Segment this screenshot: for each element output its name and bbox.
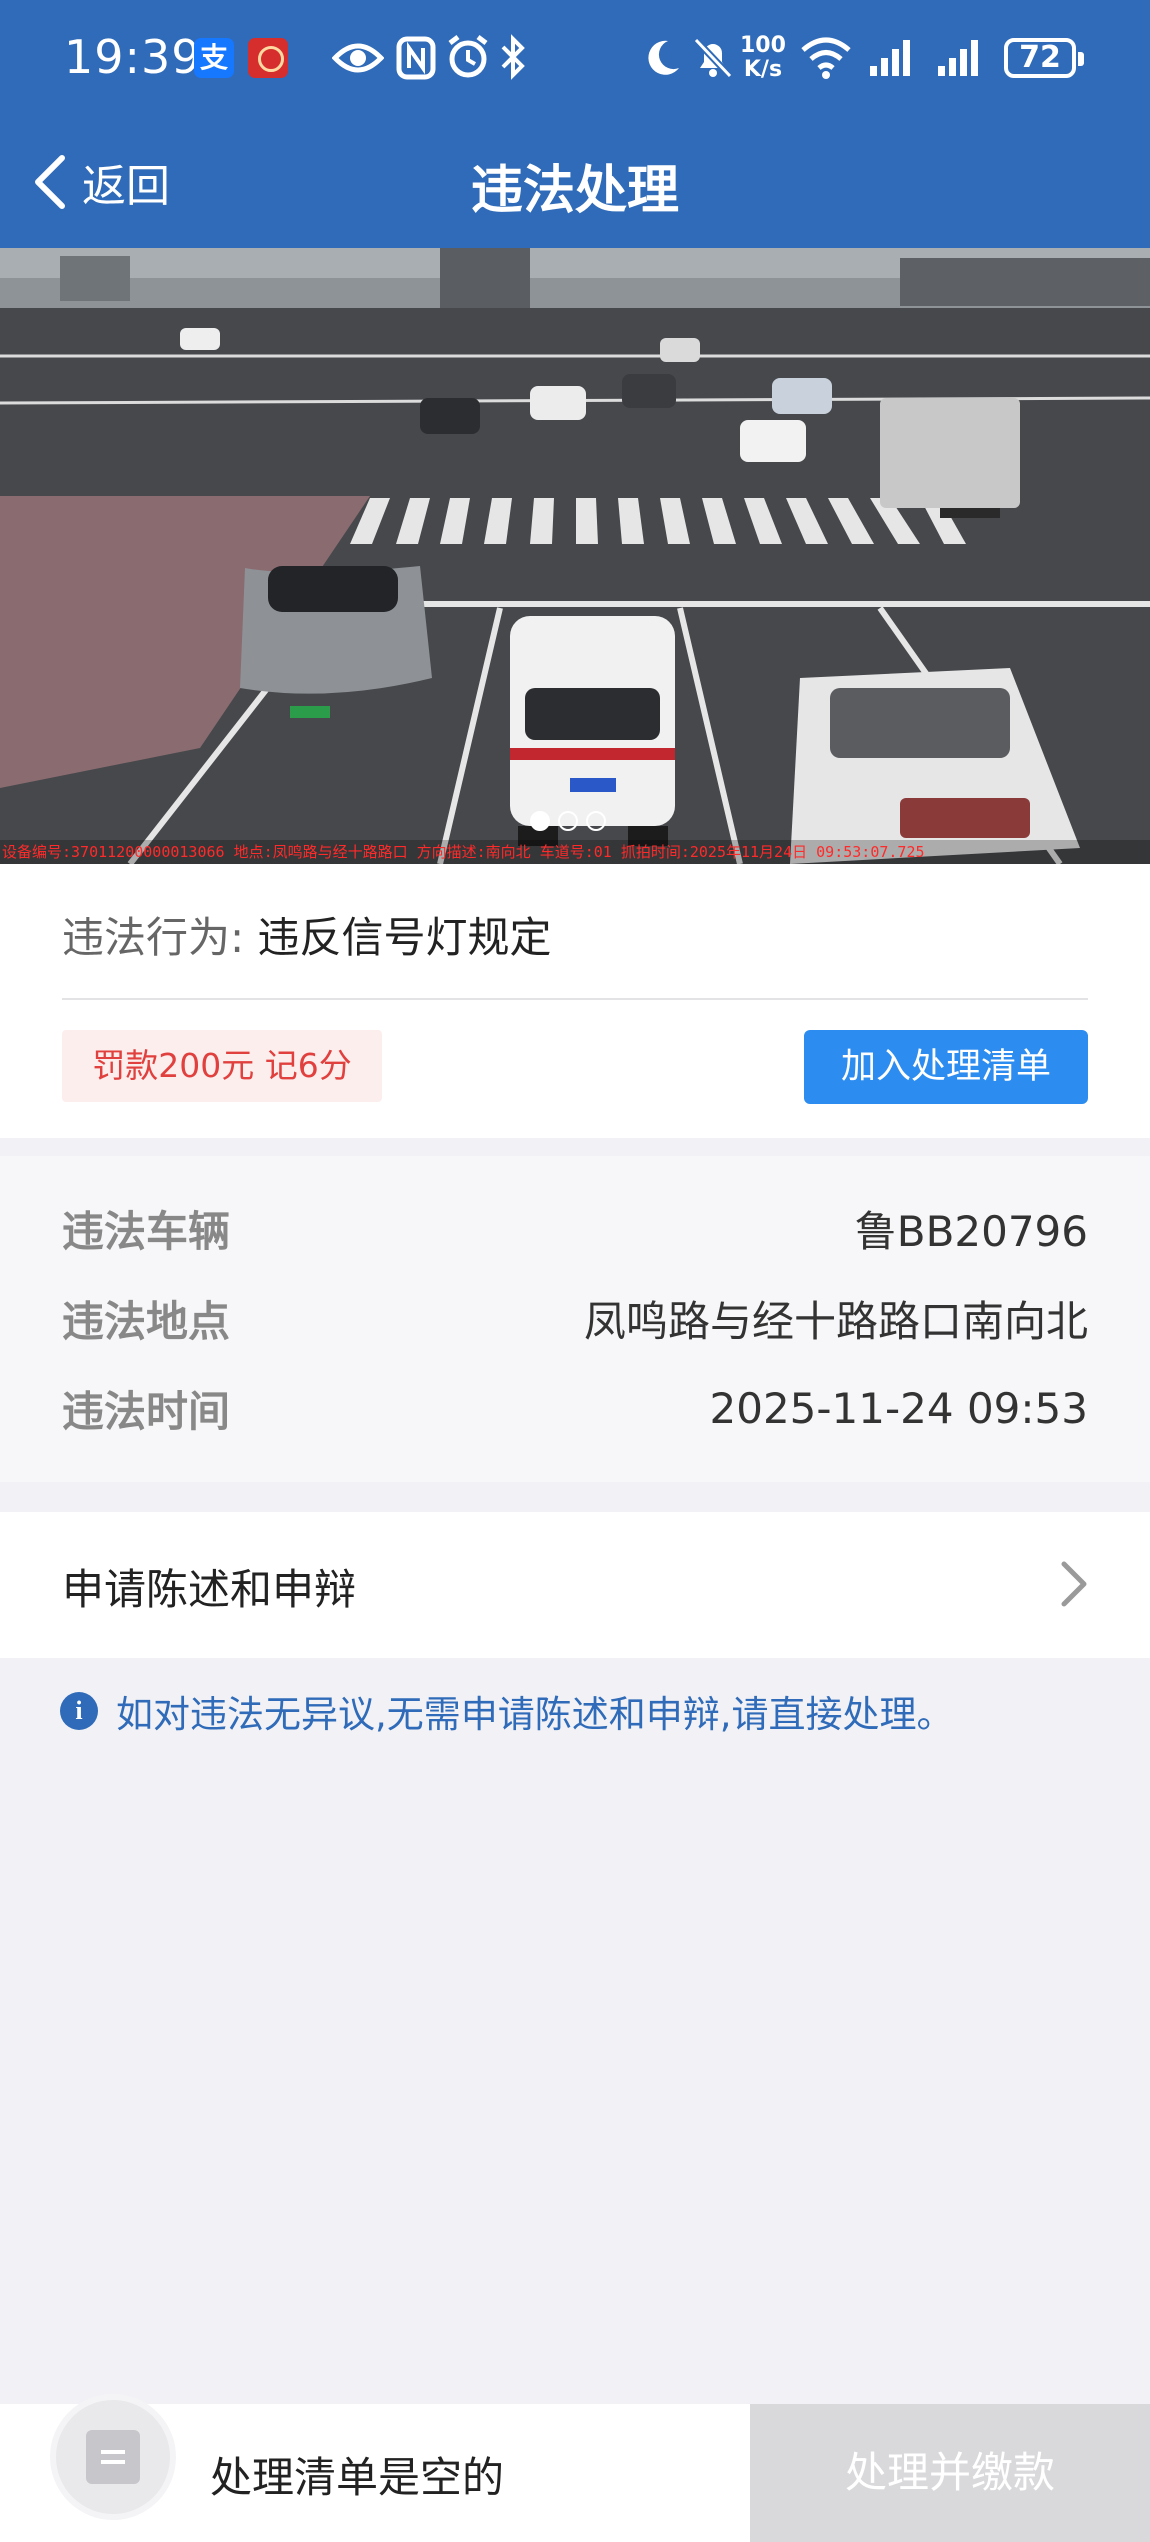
status-bar: 19:39 支 100 K/s 72 (0, 0, 1150, 118)
location-label: 违法地点 (62, 1296, 231, 1346)
pager-dot-3[interactable] (586, 811, 606, 831)
signal-icon (870, 40, 910, 76)
nfc-icon (396, 36, 436, 80)
behavior-label: 违法行为: (62, 913, 245, 962)
back-button[interactable]: 返回 (30, 150, 170, 214)
info-icon: i (60, 1692, 98, 1730)
notice-text: 如对违法无异议,无需申请陈述和申辩,请直接处理。 (116, 1693, 954, 1736)
process-and-pay-button[interactable]: 处理并缴款 (750, 2404, 1150, 2542)
appeal-label: 申请陈述和申辩 (62, 1565, 357, 1614)
time-label: 违法时间 (62, 1386, 231, 1436)
photo-pager[interactable] (530, 811, 606, 831)
signal-icon (938, 40, 978, 76)
page-title: 违法处理 (470, 161, 679, 221)
battery-icon: 72 (1004, 38, 1084, 78)
detail-row-location: 违法地点 凤鸣路与经十路路口南向北 (62, 1288, 1088, 1348)
net-speed-value: 100 (740, 33, 786, 58)
vehicle-label: 违法车辆 (62, 1206, 231, 1256)
appeal-row[interactable]: 申请陈述和申辩 (0, 1512, 1150, 1658)
bluetooth-icon (501, 34, 525, 80)
divider (62, 998, 1088, 1000)
location-value: 凤鸣路与经十路路口南向北 (583, 1296, 1088, 1346)
net-speed-unit: K/s (743, 57, 783, 82)
mute-bell-icon (693, 37, 733, 79)
alipay-icon: 支 (194, 38, 234, 78)
eye-icon (332, 43, 384, 73)
violation-behavior: 违法行为: 违反信号灯规定 (62, 904, 552, 965)
violation-card: 违法行为: 违反信号灯规定 罚款200元 记6分 加入处理清单 (0, 864, 1150, 1138)
photo-caption: 设备编号:37011200000013066 地点:凤鸣路与经十路路口 方向描述… (0, 840, 1150, 864)
wifi-icon (801, 37, 851, 79)
penalty-badge: 罚款200元 记6分 (62, 1030, 382, 1102)
detail-row-vehicle: 违法车辆 鲁BB20796 (62, 1198, 1088, 1258)
chevron-right-icon (1061, 1561, 1087, 1607)
top-bar: 19:39 支 100 K/s 72 返回 违法处理 (0, 0, 1150, 248)
list-icon (86, 2430, 140, 2484)
details-card: 违法车辆 鲁BB20796 违法地点 凤鸣路与经十路路口南向北 违法时间 202… (0, 1156, 1150, 1482)
traffic-scene-image (0, 248, 1150, 864)
vehicle-value: 鲁BB20796 (854, 1206, 1088, 1256)
pager-dot-1[interactable] (530, 811, 550, 831)
add-to-list-button[interactable]: 加入处理清单 (804, 1030, 1088, 1104)
net-speed: 100 K/s (740, 34, 786, 82)
time-value: 2025-11-24 09:53 (709, 1383, 1088, 1433)
bottom-bar: 处理清单是空的 处理并缴款 (0, 2394, 1150, 2542)
chevron-left-icon (35, 155, 65, 209)
notice: i 如对违法无异议,无需申请陈述和申辩,请直接处理。 (60, 1684, 954, 1738)
back-label: 返回 (82, 161, 170, 212)
status-time: 19:39 (64, 30, 202, 84)
detail-row-time: 违法时间 2025-11-24 09:53 (62, 1378, 1088, 1438)
behavior-value: 违反信号灯规定 (257, 913, 552, 962)
process-list-button[interactable] (50, 2394, 176, 2520)
app-red-icon (248, 38, 288, 78)
pager-dot-2[interactable] (558, 811, 578, 831)
alarm-icon (448, 35, 488, 78)
process-list-status: 处理清单是空的 (210, 2453, 505, 2502)
violation-photo[interactable]: 设备编号:37011200000013066 地点:凤鸣路与经十路路口 方向描述… (0, 248, 1150, 864)
moon-icon (648, 40, 679, 75)
